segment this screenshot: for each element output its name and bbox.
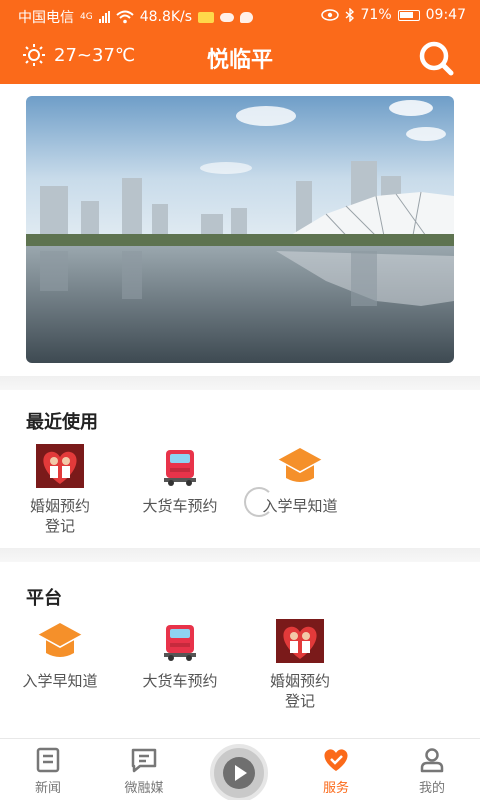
- section-divider: [0, 376, 480, 390]
- tab-media[interactable]: 微融媒: [104, 743, 184, 796]
- cloud-icon: [220, 12, 235, 22]
- service-heart-icon: [324, 749, 348, 771]
- tab-label: 新闻: [34, 781, 61, 796]
- eye-icon: [320, 9, 339, 21]
- tab-label: 服务: [322, 781, 349, 796]
- page-title: 悦临平: [206, 48, 273, 73]
- app-header: 27~37℃ 悦临平: [0, 32, 480, 84]
- battery-icon: [397, 9, 420, 21]
- truck-icon: [164, 625, 196, 661]
- tab-profile[interactable]: 我的: [392, 743, 472, 796]
- graduation-cap-icon: [37, 623, 83, 657]
- tab-label: 微融媒: [124, 781, 164, 796]
- play-button[interactable]: [210, 744, 268, 800]
- tab-news[interactable]: 新闻: [8, 743, 88, 796]
- carrier-name: 中国电信: [18, 10, 74, 26]
- wedding-couple-icon: [276, 619, 324, 663]
- play-icon: [223, 757, 255, 789]
- network-type: 4G: [80, 12, 93, 22]
- user-icon: [420, 748, 444, 773]
- notification-app-icon: [198, 11, 215, 23]
- recent-app-truck[interactable]: 大货车预约: [120, 444, 240, 516]
- battery-percent: 71%: [360, 7, 392, 23]
- search-icon: [419, 41, 454, 76]
- wedding-couple-icon: [36, 444, 84, 488]
- tab-service[interactable]: 服务: [296, 743, 376, 796]
- app-label: 大货车预约: [142, 672, 218, 690]
- search-button[interactable]: [416, 38, 456, 78]
- bluetooth-icon: [345, 8, 354, 22]
- clock: 09:47: [425, 7, 466, 23]
- signal-icon: [98, 11, 110, 23]
- city-lake-illustration: [26, 96, 454, 363]
- platform-app-enrollment[interactable]: 入学早知道: [0, 619, 120, 691]
- section-divider: [0, 548, 480, 562]
- platform-app-marriage[interactable]: 婚姻预约登记: [240, 619, 360, 711]
- app-label: 婚姻预约登记: [29, 497, 90, 535]
- wifi-icon: [116, 10, 134, 24]
- app-label: 入学早知道: [22, 672, 98, 690]
- network-speed: 48.8K/s: [139, 9, 193, 25]
- news-icon: [36, 747, 60, 773]
- banner-image[interactable]: [26, 96, 454, 363]
- top-bar: 中国电信 4G 48.8K/s 71% 09:47 27~37℃ 悦临平: [0, 0, 480, 84]
- recent-section-title: 最近使用: [26, 412, 98, 433]
- truck-icon: [164, 450, 196, 486]
- app-label: 婚姻预约登记: [269, 672, 330, 710]
- platform-app-truck[interactable]: 大货车预约: [120, 619, 240, 691]
- message-icon: [240, 11, 254, 23]
- graduation-cap-icon: [277, 448, 323, 482]
- tab-label: 我的: [418, 781, 445, 796]
- loading-spinner: [244, 487, 274, 517]
- status-bar: 中国电信 4G 48.8K/s 71% 09:47: [0, 0, 480, 32]
- platform-section-title: 平台: [26, 588, 62, 609]
- chat-icon: [131, 748, 157, 773]
- recent-app-marriage[interactable]: 婚姻预约登记: [0, 444, 120, 536]
- app-label: 大货车预约: [142, 497, 218, 515]
